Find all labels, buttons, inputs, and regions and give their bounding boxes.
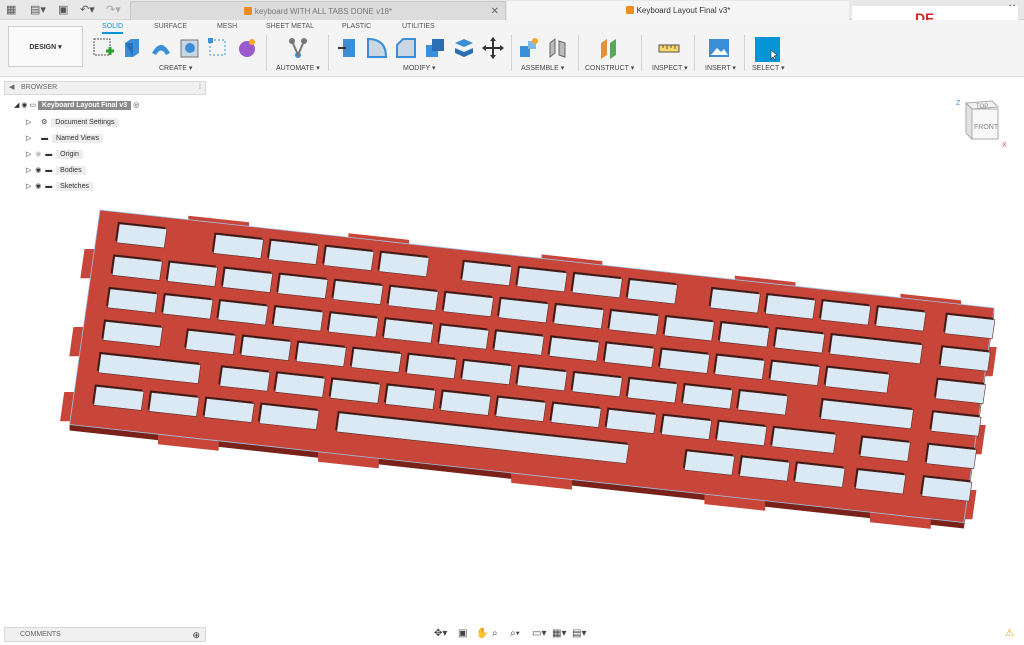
activate-radio-icon[interactable]: ◎ (133, 102, 139, 109)
browser-item-named-views[interactable]: ▷ ▬ Named Views (26, 132, 104, 146)
expand-icon[interactable]: ▷ (26, 167, 31, 174)
browser-item-label: Origin (56, 150, 83, 159)
z-axis-label: Z (956, 100, 961, 107)
look-at-icon[interactable]: ▣ (458, 628, 467, 639)
folder-icon: ▬ (45, 183, 53, 190)
viewcube[interactable]: TOP FRONT Z X (956, 97, 1008, 149)
x-axis-label: X (1002, 142, 1007, 149)
zoom-icon[interactable]: ⌕ (492, 628, 498, 639)
comments-panel[interactable]: COMMENTS ⊕ (4, 627, 206, 642)
visibility-eye-icon[interactable]: ◉ (35, 183, 41, 190)
document-icon: ▭ (29, 102, 37, 109)
viewcube-top-label: TOP (976, 104, 988, 110)
hidden-eye-icon[interactable]: ◉ (35, 151, 41, 158)
browser-title: BROWSER (21, 84, 58, 91)
viewports-icon[interactable]: ▤▾ (572, 628, 586, 639)
expand-icon[interactable]: ▷ (26, 135, 31, 142)
warning-icon[interactable]: ⚠ (1005, 628, 1014, 639)
pin-icon[interactable]: ⁞ (199, 82, 201, 94)
browser-panel-header[interactable]: ◀ BROWSER ⁞ (4, 81, 206, 95)
visibility-eye-icon[interactable]: ◉ (21, 102, 27, 109)
visibility-eye-icon[interactable]: ◉ (35, 167, 41, 174)
folder-icon: ▬ (45, 151, 53, 158)
gear-icon: ⚙ (41, 119, 48, 126)
browser-item-document-settings[interactable]: ▷ ⚙ Document Settings (26, 116, 119, 130)
viewcube-side-face[interactable] (965, 101, 973, 141)
display-settings-icon[interactable]: ▭▾ (532, 628, 546, 639)
orbit-icon[interactable]: ✥▾ (434, 628, 447, 639)
keyboard-plate[interactable] (60, 209, 997, 529)
expand-icon[interactable]: ▷ (26, 151, 31, 158)
browser-item-bodies[interactable]: ▷ ◉ ▬ Bodies (26, 164, 86, 178)
pan-icon[interactable]: ✋ (476, 628, 488, 639)
browser-root-node[interactable]: ◢ ◉ ▭ Keyboard Layout Final v3 ◎ (14, 99, 139, 113)
collapse-browser-icon[interactable]: ◀ (9, 82, 14, 94)
browser-item-label: Bodies (56, 166, 86, 175)
browser-item-label: Sketches (56, 182, 93, 191)
browser-item-sketches[interactable]: ▷ ◉ ▬ Sketches (26, 180, 93, 194)
navigation-bar: ✥▾ ▣ ✋ ⌕ ⌕▾ ▭▾ ▦▾ ▤▾ (432, 627, 592, 643)
viewport-canvas[interactable] (0, 0, 1024, 645)
browser-item-label: Named Views (52, 134, 104, 143)
folder-icon: ▬ (45, 167, 53, 174)
folder-icon: ▬ (41, 135, 49, 142)
browser-item-origin[interactable]: ▷ ◉ ▬ Origin (26, 148, 83, 162)
grid-settings-icon[interactable]: ▦▾ (552, 628, 566, 639)
comments-title: COMMENTS (20, 631, 61, 638)
browser-item-label: Document Settings (51, 118, 119, 127)
viewcube-front-label: FRONT (974, 124, 999, 131)
expand-icon[interactable]: ▷ (26, 183, 31, 190)
expand-icon[interactable]: ▷ (26, 119, 31, 126)
root-label: Keyboard Layout Final v3 (37, 101, 132, 110)
expand-root-icon[interactable]: ◢ (14, 102, 19, 109)
fit-icon[interactable]: ⌕▾ (510, 628, 520, 639)
add-comment-icon[interactable]: ⊕ (192, 628, 200, 642)
